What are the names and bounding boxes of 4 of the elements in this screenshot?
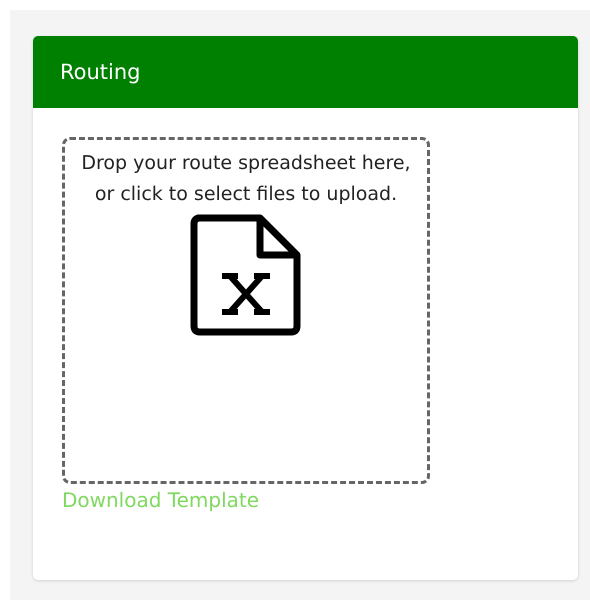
file-drop-zone[interactable]: Drop your route spreadsheet here, or click to select files to upload. [62, 137, 430, 484]
drop-instructions: Drop your route spreadsheet here, or click to select files to upload. [80, 151, 412, 207]
spreadsheet-file-icon [190, 214, 302, 336]
card-title: Routing [60, 60, 141, 84]
